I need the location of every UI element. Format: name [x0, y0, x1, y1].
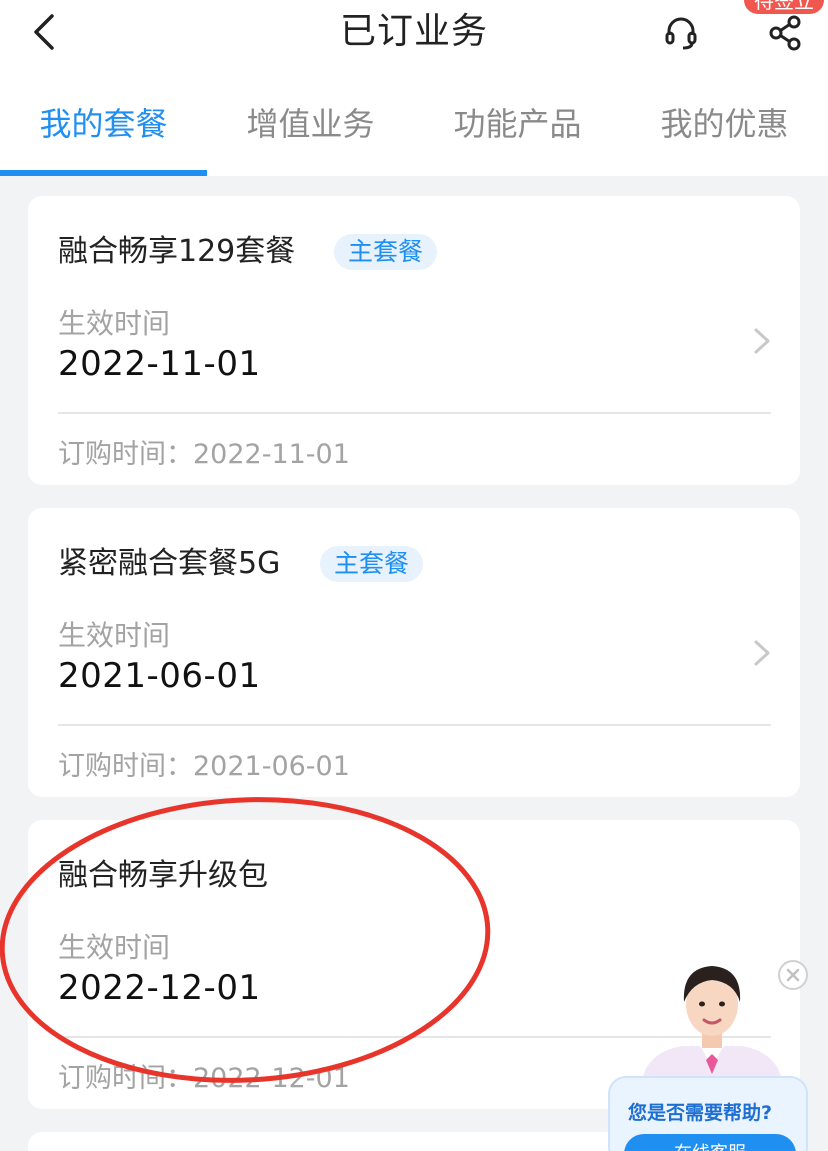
online-service-label: 在线客服 — [674, 1143, 746, 1151]
divider — [58, 724, 771, 726]
assistant-avatar — [642, 966, 782, 1080]
tab-my-discounts[interactable]: 我的优惠 — [621, 102, 828, 146]
close-helper-button[interactable] — [778, 960, 808, 990]
effective-label: 生效时间 — [58, 307, 171, 340]
package-name: 融合畅享129套餐 — [58, 234, 296, 269]
tab-bar: 我的套餐 增值业务 功能产品 我的优惠 — [0, 64, 828, 176]
package-card[interactable]: 融合畅享129套餐 主套餐 生效时间 2022-11-01 订购时间：2022-… — [28, 196, 800, 485]
order-time: 订购时间：2021-06-01 — [58, 751, 350, 782]
share-button[interactable] — [762, 10, 808, 56]
help-bubble: 您是否需要帮助? 在线客服 — [608, 1076, 808, 1151]
chevron-right-icon — [754, 328, 770, 354]
tab-features[interactable]: 功能产品 — [414, 102, 621, 146]
help-question: 您是否需要帮助? — [628, 1102, 773, 1124]
tab-value-added[interactable]: 增值业务 — [207, 102, 414, 146]
share-icon — [769, 15, 801, 51]
top-bar: 已订业务 待签立 — [0, 0, 828, 64]
effective-label: 生效时间 — [58, 619, 171, 652]
divider — [58, 412, 771, 414]
customer-service-button[interactable] — [658, 10, 704, 56]
effective-date: 2022-12-01 — [58, 968, 261, 1008]
order-time: 订购时间：2022-12-01 — [58, 1063, 350, 1094]
main-plan-tag: 主套餐 — [320, 546, 424, 582]
effective-date: 2021-06-01 — [58, 656, 261, 696]
corner-badge[interactable]: 待签立 — [744, 0, 824, 14]
active-tab-indicator — [0, 170, 207, 176]
effective-date: 2022-11-01 — [58, 344, 261, 384]
online-service-button[interactable]: 在线客服 — [624, 1134, 796, 1151]
headset-icon — [665, 17, 697, 50]
main-plan-tag: 主套餐 — [334, 234, 438, 270]
package-card[interactable]: 紧密融合套餐5G 主套餐 生效时间 2021-06-01 订购时间：2021-0… — [28, 508, 800, 797]
help-widget[interactable]: 您是否需要帮助? 在线客服 — [606, 950, 828, 1151]
close-icon — [786, 968, 800, 982]
order-time: 订购时间：2022-11-01 — [58, 439, 350, 470]
effective-label: 生效时间 — [58, 931, 171, 964]
package-name: 融合畅享升级包 — [58, 858, 268, 893]
tab-my-plan[interactable]: 我的套餐 — [0, 102, 207, 146]
package-name: 紧密融合套餐5G — [58, 546, 281, 581]
chevron-right-icon — [754, 640, 770, 666]
